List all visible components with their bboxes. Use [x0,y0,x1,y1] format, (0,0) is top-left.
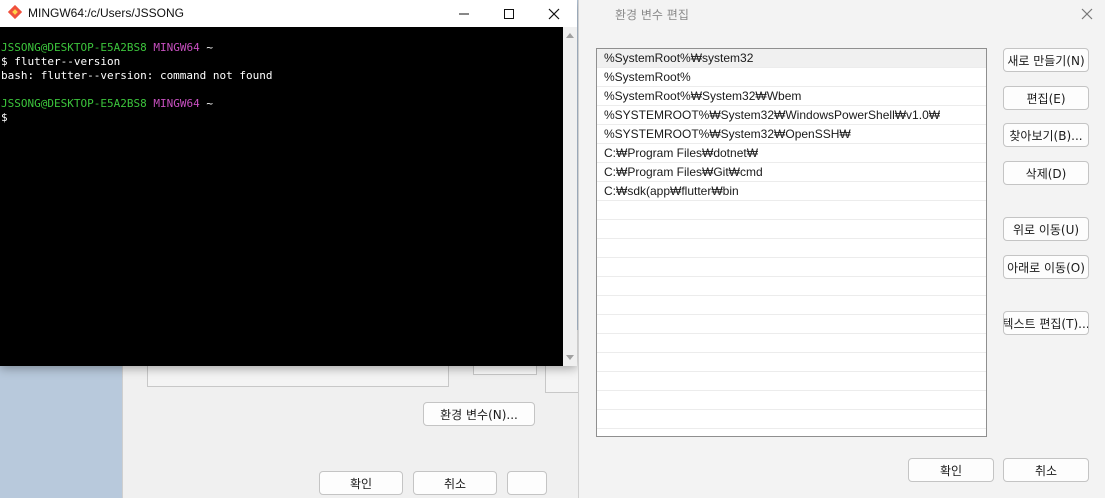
empty-list-item[interactable] [597,239,986,258]
maximize-button[interactable] [486,0,532,27]
terminal-window[interactable]: MINGW64:/c/Users/JSSONG JSSONG@DESKTOP-E… [0,0,577,366]
terminal-title: MINGW64:/c/Users/JSSONG [28,6,185,20]
edit-environment-variable-dialog[interactable]: 환경 변수 편집 %SystemRoot%₩system32 %SystemRo… [578,0,1105,498]
path-entries-list[interactable]: %SystemRoot%₩system32 %SystemRoot% %Syst… [596,48,987,437]
cancel-button[interactable]: 취소 [1003,458,1089,482]
prompt-line: JSSONG@DESKTOP-E5A2BS8 MINGW64 ~ [1,97,213,110]
empty-list-item[interactable] [597,353,986,372]
empty-list-item[interactable] [597,201,986,220]
empty-list-item[interactable] [597,334,986,353]
prompt-line: JSSONG@DESKTOP-E5A2BS8 MINGW64 ~ [1,41,213,54]
edit-button[interactable]: 편집(E) [1003,86,1089,110]
cursor-line: $ [1,111,8,124]
list-item[interactable]: C:₩Program Files₩Git₩cmd [597,163,986,182]
list-item[interactable]: %SYSTEMROOT%₩System32₩OpenSSH₩ [597,125,986,144]
minimize-button[interactable] [441,0,487,27]
move-down-button[interactable]: 아래로 이동(O) [1003,255,1089,279]
edit-text-button[interactable]: 텍스트 편집(T)... [1003,311,1089,335]
ok-button[interactable]: 확인 [908,458,994,482]
list-item[interactable]: %SystemRoot% [597,68,986,87]
close-icon [548,8,560,19]
maximize-icon [504,8,514,19]
browse-button[interactable]: 찾아보기(B)... [1003,123,1089,147]
move-up-button[interactable]: 위로 이동(U) [1003,217,1089,241]
empty-list-item[interactable] [597,258,986,277]
empty-list-item[interactable] [597,220,986,239]
list-item[interactable]: C:₩Program Files₩dotnet₩ [597,144,986,163]
new-button[interactable]: 새로 만들기(N) [1003,48,1089,72]
ok-button[interactable]: 확인 [319,471,403,495]
environment-variables-button[interactable]: 환경 변수(N)... [423,402,535,426]
close-button[interactable] [531,0,577,27]
list-item[interactable]: %SystemRoot%₩System32₩Wbem [597,87,986,106]
empty-list-item[interactable] [597,372,986,391]
command-line: $ flutter--version [1,55,121,68]
delete-button[interactable]: 삭제(D) [1003,161,1089,185]
empty-list-item[interactable] [597,391,986,410]
empty-list-item[interactable] [597,410,986,429]
cancel-button[interactable]: 취소 [413,471,497,495]
apply-button[interactable] [507,471,547,495]
git-bash-icon [8,5,22,19]
terminal-titlebar[interactable]: MINGW64:/c/Users/JSSONG [0,0,577,27]
scroll-arrows-icon [566,33,574,360]
empty-list-item[interactable] [597,277,986,296]
dialog-title: 환경 변수 편집 [615,8,689,22]
list-item[interactable]: C:₩sdk(app₩flutter₩bin [597,182,986,201]
list-item[interactable]: %SystemRoot%₩system32 [597,49,986,68]
terminal-scrollbar[interactable] [563,27,577,366]
minimize-icon [459,13,469,14]
terminal-output[interactable]: JSSONG@DESKTOP-E5A2BS8 MINGW64 ~ $ flutt… [0,27,563,366]
list-item[interactable]: %SYSTEMROOT%₩System32₩WindowsPowerShell₩… [597,106,986,125]
close-icon[interactable] [1077,4,1097,24]
error-line: bash: flutter--version: command not foun… [1,69,273,82]
empty-list-item[interactable] [597,296,986,315]
empty-list-item[interactable] [597,315,986,334]
